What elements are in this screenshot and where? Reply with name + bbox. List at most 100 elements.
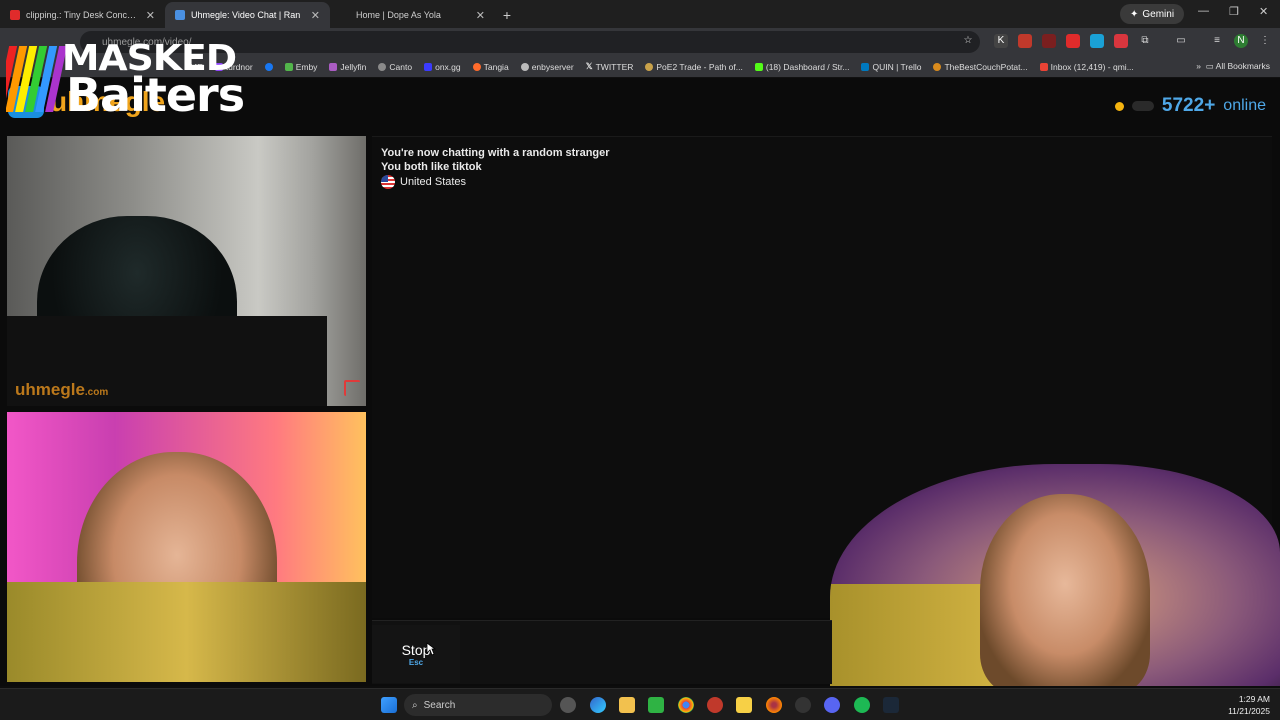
puzzle-icon[interactable]: ⧉ xyxy=(1138,34,1152,48)
bookmark-item[interactable]: TheBestCouchPotat... xyxy=(933,62,1028,72)
mouse-cursor-icon xyxy=(426,642,436,656)
online-count: 5722+ xyxy=(1161,95,1216,116)
page-icon xyxy=(340,10,350,20)
tab-title: Home | Dope As Yola xyxy=(356,10,441,20)
facebook-icon xyxy=(264,62,273,71)
obs-icon[interactable] xyxy=(795,697,811,713)
close-icon[interactable]: ✕ xyxy=(146,9,155,22)
minimize-icon[interactable]: — xyxy=(1198,5,1209,17)
globe-icon xyxy=(378,62,387,71)
restore-icon[interactable]: ❐ xyxy=(1229,5,1239,18)
app-icon[interactable] xyxy=(648,697,664,713)
bookmark-item[interactable]: QUIN | Trello xyxy=(861,62,921,72)
self-sweater xyxy=(7,582,366,682)
chat-status-line: You're now chatting with a random strang… xyxy=(381,147,610,159)
steam-icon[interactable] xyxy=(883,697,899,713)
system-clock[interactable]: 1:29 AM 11/21/2025 xyxy=(1228,693,1270,717)
chat-controls: Stop Esc xyxy=(372,620,832,684)
bookmark-item[interactable]: (18) Dashboard / Str... xyxy=(754,62,849,72)
sidepanel-icon[interactable]: ▭ xyxy=(1174,34,1188,48)
browser-tab-active[interactable]: Uhmegle: Video Chat | Ran ✕ xyxy=(165,2,330,28)
new-tab-button[interactable]: + xyxy=(495,2,519,28)
window-close-icon[interactable]: ✕ xyxy=(1259,5,1268,18)
extension-k-icon[interactable]: K xyxy=(994,34,1008,48)
stranger-country: United States xyxy=(381,175,466,189)
extension-icon[interactable] xyxy=(1114,34,1128,48)
close-icon[interactable]: ✕ xyxy=(476,9,485,22)
bookmark-item[interactable]: Emby xyxy=(284,62,317,72)
tangia-icon xyxy=(472,62,481,71)
poe-icon xyxy=(645,62,654,71)
spotify-icon[interactable] xyxy=(854,697,870,713)
x-icon: 𝕏 xyxy=(585,61,593,71)
stop-shortcut: Esc xyxy=(408,657,424,667)
sticky-notes-icon[interactable] xyxy=(736,697,752,713)
edge-icon[interactable] xyxy=(590,697,606,713)
extension-icon[interactable] xyxy=(1042,34,1056,48)
chrome-icon[interactable] xyxy=(678,697,694,713)
browser-tab-bar: clipping.: Tiny Desk Concert - Y ✕ Uhmeg… xyxy=(0,0,1280,28)
extension-icon[interactable] xyxy=(1066,34,1080,48)
bookmark-item[interactable]: onx.gg xyxy=(424,62,461,72)
bookmark-item[interactable]: PoE2 Trade - Path of... xyxy=(645,62,743,72)
all-bookmarks-button[interactable]: » ▭ All Bookmarks xyxy=(1196,61,1270,72)
file-explorer-icon[interactable] xyxy=(619,697,635,713)
search-label: Search xyxy=(423,699,456,711)
tab-title: clipping.: Tiny Desk Concert - Y xyxy=(26,10,140,20)
sparkle-icon: ✦ xyxy=(1130,8,1139,20)
taskbar-search[interactable]: ⌕ Search xyxy=(404,694,552,716)
bookmark-item[interactable]: Jellyfin xyxy=(329,62,366,72)
report-flag-icon[interactable] xyxy=(344,380,360,396)
video-watermark: uhmegle.com xyxy=(15,380,109,399)
gmail-icon xyxy=(1039,62,1048,71)
onx-icon xyxy=(424,62,433,71)
task-view-icon[interactable] xyxy=(560,697,576,713)
avatar[interactable]: N xyxy=(1234,34,1248,48)
online-counter: 5722+ online xyxy=(1114,95,1266,117)
self-video xyxy=(7,412,366,682)
status-dot-icon xyxy=(1114,101,1124,111)
discord-icon[interactable] xyxy=(824,697,840,713)
extension-icon[interactable] xyxy=(1018,34,1032,48)
windows-start-icon[interactable] xyxy=(381,697,397,713)
globe-icon xyxy=(520,62,529,71)
tab-title: Uhmegle: Video Chat | Ran xyxy=(191,10,301,20)
star-icon[interactable]: ☆ xyxy=(961,34,975,48)
country-label: United States xyxy=(400,176,467,188)
bookmark-item[interactable]: Inbox (12,419) - qmi... xyxy=(1039,62,1134,72)
stop-button[interactable]: Stop Esc xyxy=(372,625,460,683)
menu-lines-icon[interactable]: ≡ xyxy=(1210,34,1224,48)
chat-interests-line: You both like tiktok xyxy=(381,161,482,173)
youtube-icon xyxy=(10,10,20,20)
rainbow-stripes-icon xyxy=(6,46,68,112)
kebab-menu-icon[interactable]: ⋮ xyxy=(1258,34,1272,48)
windows-taskbar: ⌕ Search 1:29 AM 11/21/2025 xyxy=(0,688,1280,720)
trello-icon xyxy=(861,62,870,71)
jellyfin-icon xyxy=(329,62,338,71)
streamer-figure xyxy=(980,494,1150,686)
app-icon[interactable] xyxy=(707,697,723,713)
clock-date: 11/21/2025 xyxy=(1228,706,1270,716)
masked-baiters-overlay: MASKED Baiters xyxy=(6,38,245,122)
extension-icon[interactable] xyxy=(1090,34,1104,48)
bookmark-item[interactable]: Tangia xyxy=(472,62,509,72)
browser-tab[interactable]: Home | Dope As Yola ✕ xyxy=(330,2,495,28)
close-icon[interactable]: ✕ xyxy=(311,9,320,22)
gemini-button[interactable]: ✦ Gemini xyxy=(1120,4,1185,24)
kick-icon xyxy=(754,62,763,71)
bookmark-item[interactable] xyxy=(264,62,273,71)
overlay-line2: Baiters xyxy=(66,68,245,122)
bookmark-item[interactable]: Canto xyxy=(378,62,412,72)
browser-tab[interactable]: clipping.: Tiny Desk Concert - Y ✕ xyxy=(0,2,165,28)
bookmark-item[interactable]: 𝕏 TWITTER xyxy=(586,61,634,72)
clock-time: 1:29 AM xyxy=(1238,694,1270,704)
emby-icon xyxy=(284,62,293,71)
theme-toggle[interactable] xyxy=(1131,101,1154,111)
online-label: online xyxy=(1223,97,1266,114)
bookmark-item[interactable]: enbyserver xyxy=(520,62,574,72)
stranger-video: uhmegle.com xyxy=(7,136,366,406)
uhmegle-icon xyxy=(175,10,185,20)
us-flag-icon xyxy=(381,175,395,189)
search-icon: ⌕ xyxy=(412,699,418,711)
firefox-icon[interactable] xyxy=(766,697,782,713)
